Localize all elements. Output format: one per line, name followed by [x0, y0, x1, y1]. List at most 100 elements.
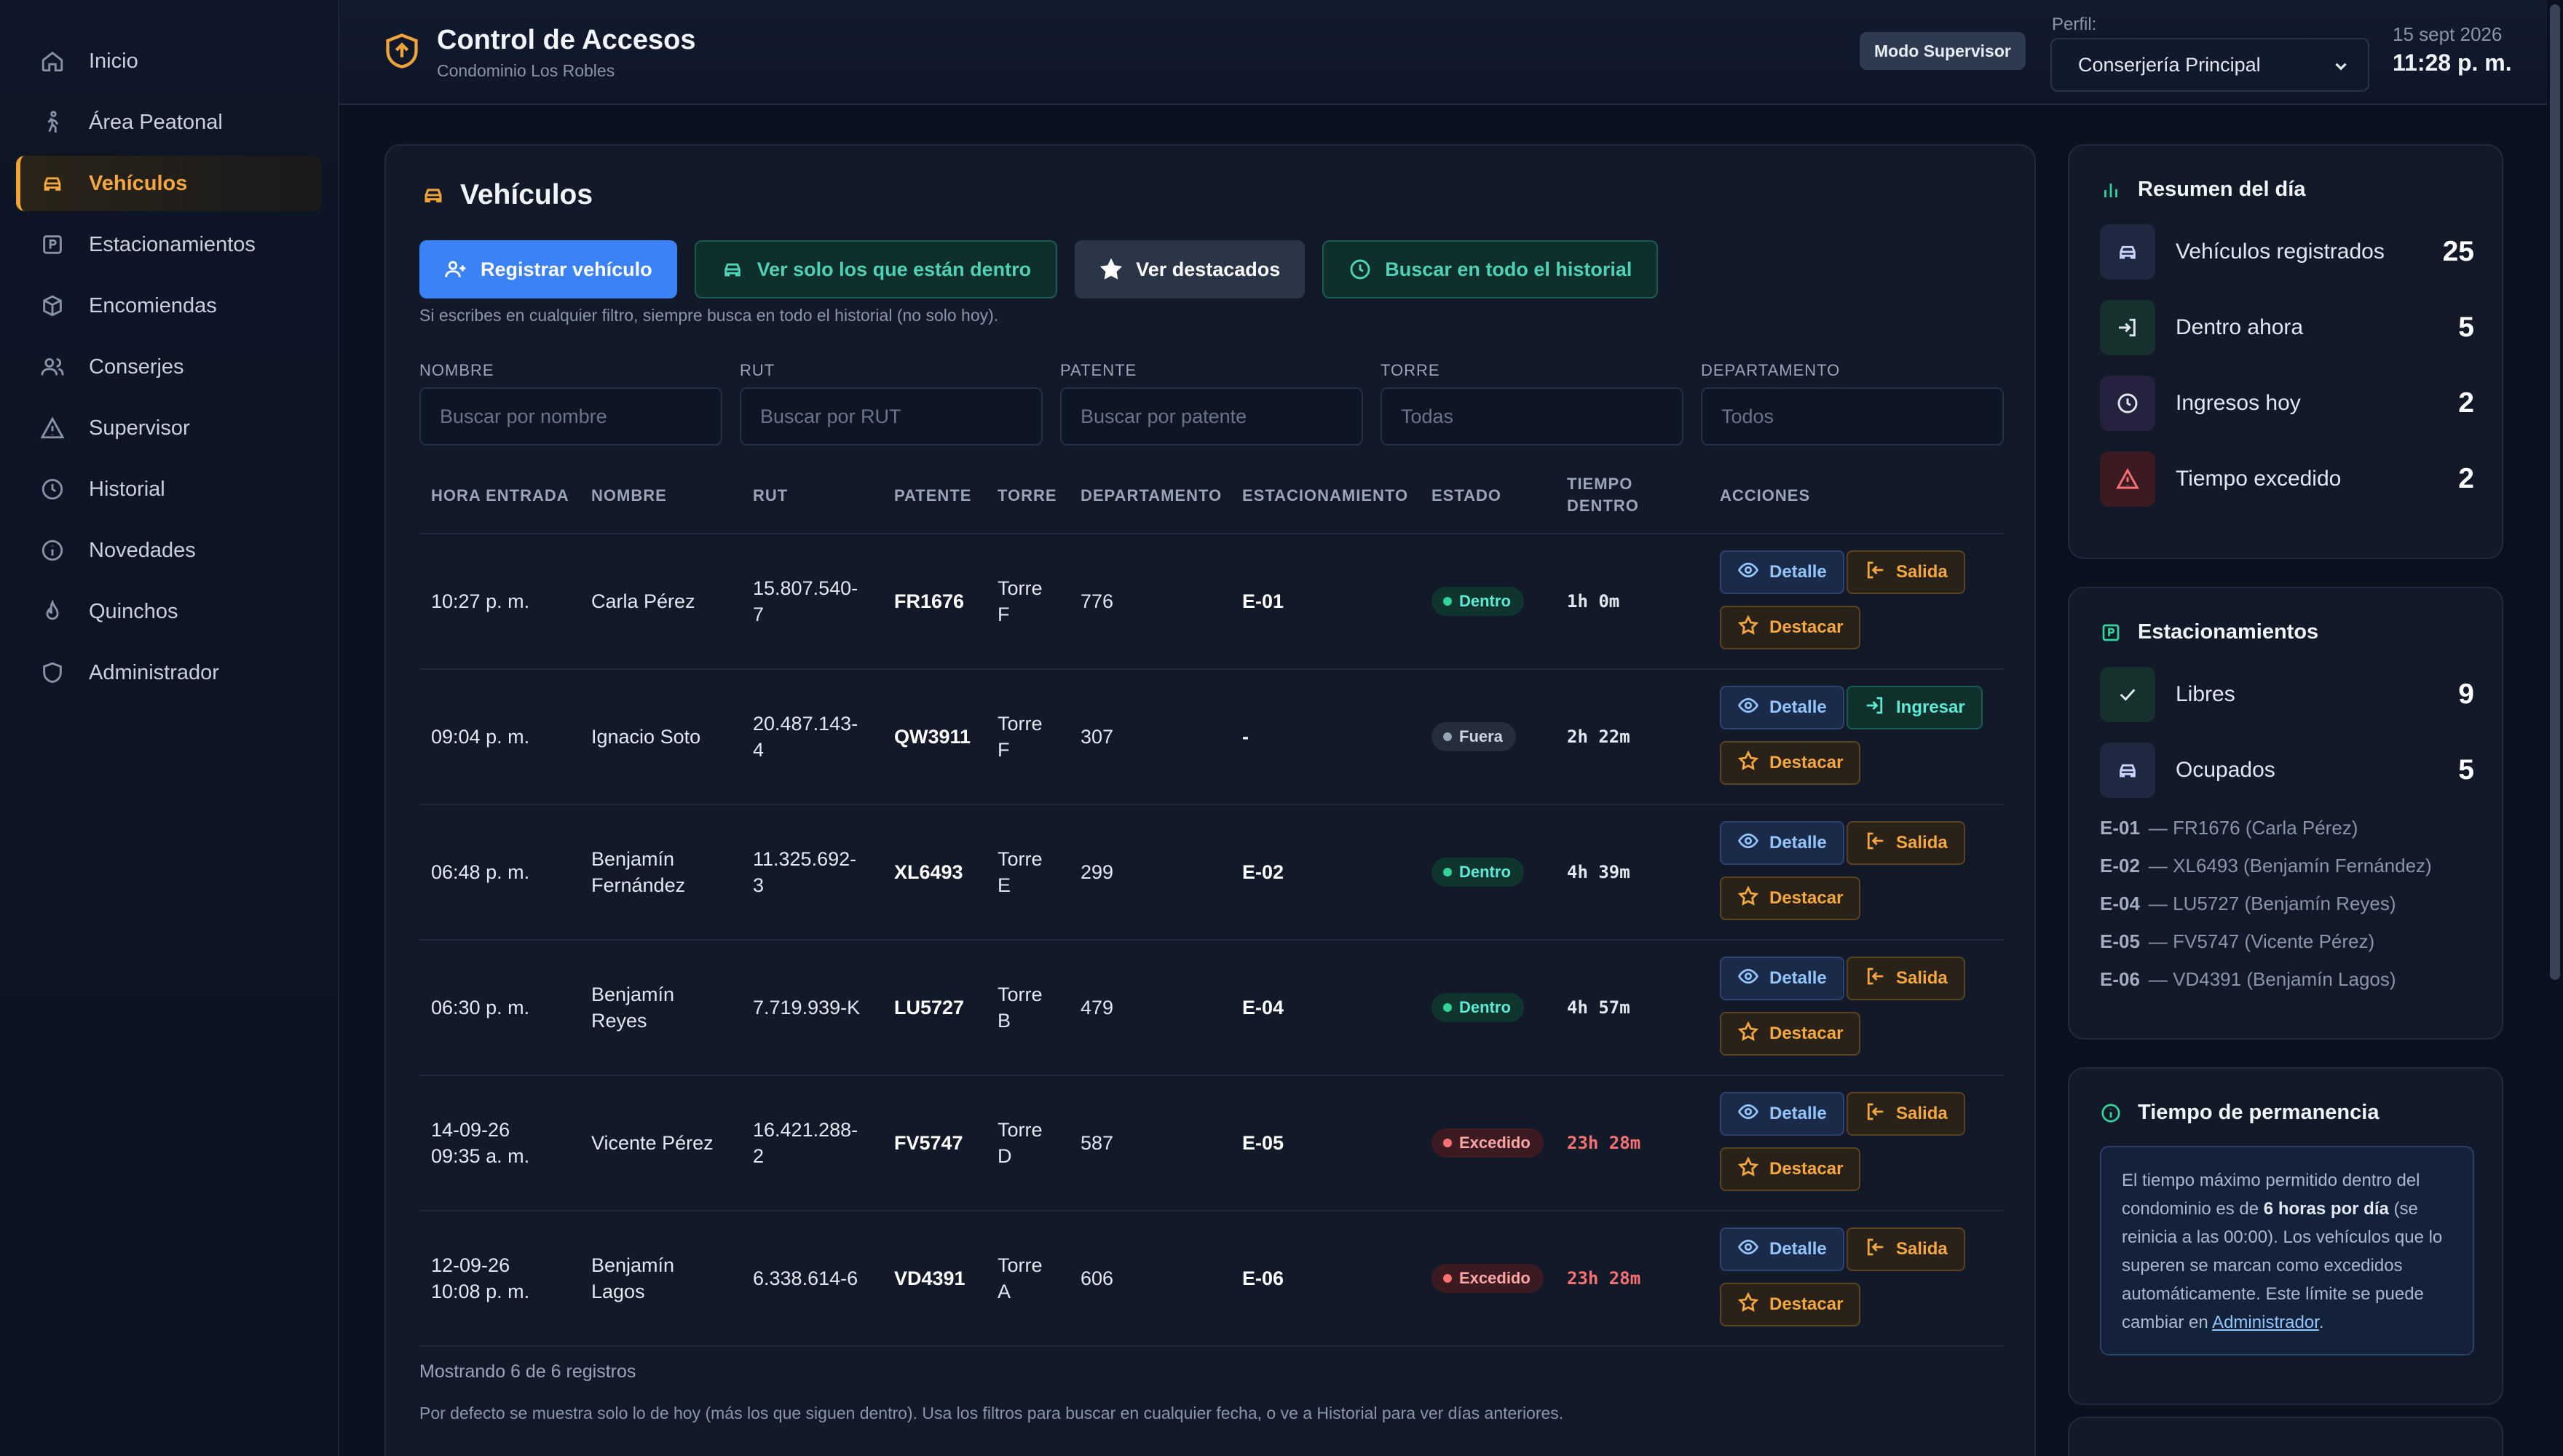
spot-text: — LU5727 (Benjamín Reyes) [2148, 893, 2396, 914]
table-header: HORA ENTRADA NOMBRE RUT PATENTE TORRE DE… [419, 473, 2004, 534]
sidebar-item-label: Inicio [89, 49, 138, 73]
bar-chart-icon [2104, 183, 2117, 197]
col-tiempo: TIEMPO [1567, 475, 1633, 493]
clock-icon [38, 475, 67, 504]
table-row: 10:27 p. m. Carla Pérez 15.807.540- 7 FR1676… [419, 534, 2004, 670]
torre-select[interactable]: Todas [1381, 387, 1683, 446]
inside-only-button[interactable]: Ver solo los que están dentro [694, 240, 1058, 298]
status-badge: Fuera [1431, 722, 1516, 751]
chevron-down-icon [2331, 57, 2350, 81]
salida-button[interactable]: Salida [1847, 550, 1965, 594]
detalle-button[interactable]: Detalle [1720, 686, 1844, 729]
stat-label: Libres [2176, 682, 2235, 706]
salida-label: Salida [1896, 833, 1948, 852]
sidebar-item-label: Novedades [89, 538, 196, 562]
info-icon [38, 536, 67, 565]
detalle-button[interactable]: Detalle [1720, 1092, 1844, 1136]
star-icon [1737, 1291, 1769, 1318]
star-icon [1100, 258, 1123, 280]
detalle-button[interactable]: Detalle [1720, 821, 1844, 865]
cell-patente: LU5727 [894, 997, 965, 1018]
destacar-button[interactable]: Destacar [1720, 741, 1861, 785]
filter-label: PATENTE [1060, 361, 1137, 379]
sidebar-item-label: Área Peatonal [89, 110, 223, 134]
cell-nombre: Benjamín Lagos [591, 1254, 675, 1302]
check-icon [2100, 667, 2155, 722]
top-bar: Control de Accesos Condominio Los Robles… [339, 0, 2563, 105]
cell-torre: Torre D [998, 1119, 1043, 1167]
status-dot [1443, 1003, 1452, 1012]
featured-button[interactable]: Ver destacados [1075, 240, 1306, 298]
perfil-select[interactable]: Conserjería Principal [2050, 38, 2369, 92]
cell-departamento: 479 [1081, 997, 1114, 1018]
scrollbar-thumb[interactable] [2550, 4, 2560, 980]
detalle-button[interactable]: Detalle [1720, 550, 1844, 594]
sidebar-item-label: Estacionamientos [89, 232, 256, 256]
cell-torre: Torre B [998, 984, 1043, 1032]
destacar-button[interactable]: Destacar [1720, 1283, 1861, 1326]
destacar-button[interactable]: Destacar [1720, 606, 1861, 649]
stay-info-box: El tiempo máximo permitido dentro del co… [2100, 1146, 2474, 1356]
salida-button[interactable]: Salida [1847, 1227, 1965, 1271]
parking-occupied: Ocupados 5 [2100, 743, 2474, 798]
salida-label: Salida [1896, 1104, 1948, 1123]
register-vehicle-button[interactable]: Registrar vehículo [419, 240, 677, 298]
register-vehicle-label: Registrar vehículo [481, 258, 652, 280]
filter-departamento: DEPARTAMENTO Todos [1701, 361, 2004, 446]
destacar-label: Destacar [1769, 617, 1844, 637]
destacar-label: Destacar [1769, 888, 1844, 908]
sidebar-item-label: Administrador [89, 660, 219, 684]
cell-tiempo: 4h 57m [1567, 997, 1630, 1018]
sidebar-item-administrador[interactable]: Administrador [16, 645, 322, 700]
destacar-button[interactable]: Destacar [1720, 1012, 1861, 1056]
sidebar-item-historial[interactable]: Historial [16, 462, 322, 517]
destacar-button[interactable]: Destacar [1720, 1147, 1861, 1191]
next-card [2068, 1417, 2503, 1456]
ingresar-button[interactable]: Ingresar [1847, 686, 1983, 729]
search-history-button[interactable]: Buscar en todo el historial [1322, 240, 1659, 298]
sidebar-item-supervisor[interactable]: Supervisor [16, 400, 322, 456]
cell-estacionamiento: E-05 [1242, 1132, 1284, 1154]
search-history-label: Buscar en todo el historial [1385, 258, 1632, 280]
stat-value: 2 [2458, 387, 2474, 419]
nombre-input[interactable]: Buscar por nombre [419, 387, 722, 446]
sidebar-item-area-peatonal[interactable]: Área Peatonal [16, 95, 322, 150]
eye-icon [1737, 965, 1769, 992]
spot-text: — XL6493 (Benjamín Fernández) [2148, 855, 2432, 877]
departamento-select[interactable]: Todos [1701, 387, 2004, 446]
salida-button[interactable]: Salida [1847, 957, 1965, 1000]
exit-icon [1864, 559, 1896, 586]
destacar-button[interactable]: Destacar [1720, 877, 1861, 920]
parking-title-text: Estacionamientos [2138, 620, 2319, 644]
spot-item: E-02 — XL6493 (Benjamín Fernández) [2100, 855, 2432, 877]
cell-patente: QW3911 [894, 726, 971, 748]
filters: NOMBRE Buscar por nombre RUT Buscar por … [419, 361, 2004, 446]
administrador-link[interactable]: Administrador [2212, 1313, 2319, 1332]
sidebar-item-quinchos[interactable]: Quinchos [16, 584, 322, 639]
sidebar-item-inicio[interactable]: Inicio [16, 33, 322, 89]
detalle-button[interactable]: Detalle [1720, 957, 1844, 1000]
perfil-label: Perfil: [2052, 15, 2097, 34]
cell-departamento: 776 [1081, 590, 1114, 612]
warning-icon [2100, 451, 2155, 507]
exit-icon [1864, 1236, 1896, 1263]
sidebar-item-vehiculos[interactable]: Vehículos [16, 156, 322, 211]
shield-icon [38, 658, 67, 687]
sidebar-item-label: Quinchos [89, 599, 178, 623]
sidebar-item-conserjes[interactable]: Conserjes [16, 339, 322, 395]
users-icon [38, 352, 67, 381]
sidebar-item-novedades[interactable]: Novedades [16, 523, 322, 578]
rut-input[interactable]: Buscar por RUT [740, 387, 1043, 446]
detalle-button[interactable]: Detalle [1720, 1227, 1844, 1271]
col-dentro: DENTRO [1567, 496, 1639, 515]
patente-input[interactable]: Buscar por patente [1060, 387, 1363, 446]
sidebar-item-encomiendas[interactable]: Encomiendas [16, 278, 322, 333]
salida-button[interactable]: Salida [1847, 821, 1965, 865]
spot-item: E-05 — FV5747 (Vicente Pérez) [2100, 930, 2374, 953]
filter-torre: TORRE Todas [1381, 361, 1683, 446]
salida-button[interactable]: Salida [1847, 1092, 1965, 1136]
cell-tiempo: 23h 28m [1567, 1133, 1641, 1153]
sidebar-item-estacionamientos[interactable]: Estacionamientos [16, 217, 322, 272]
car-icon [724, 263, 741, 277]
car-icon [2100, 743, 2155, 798]
